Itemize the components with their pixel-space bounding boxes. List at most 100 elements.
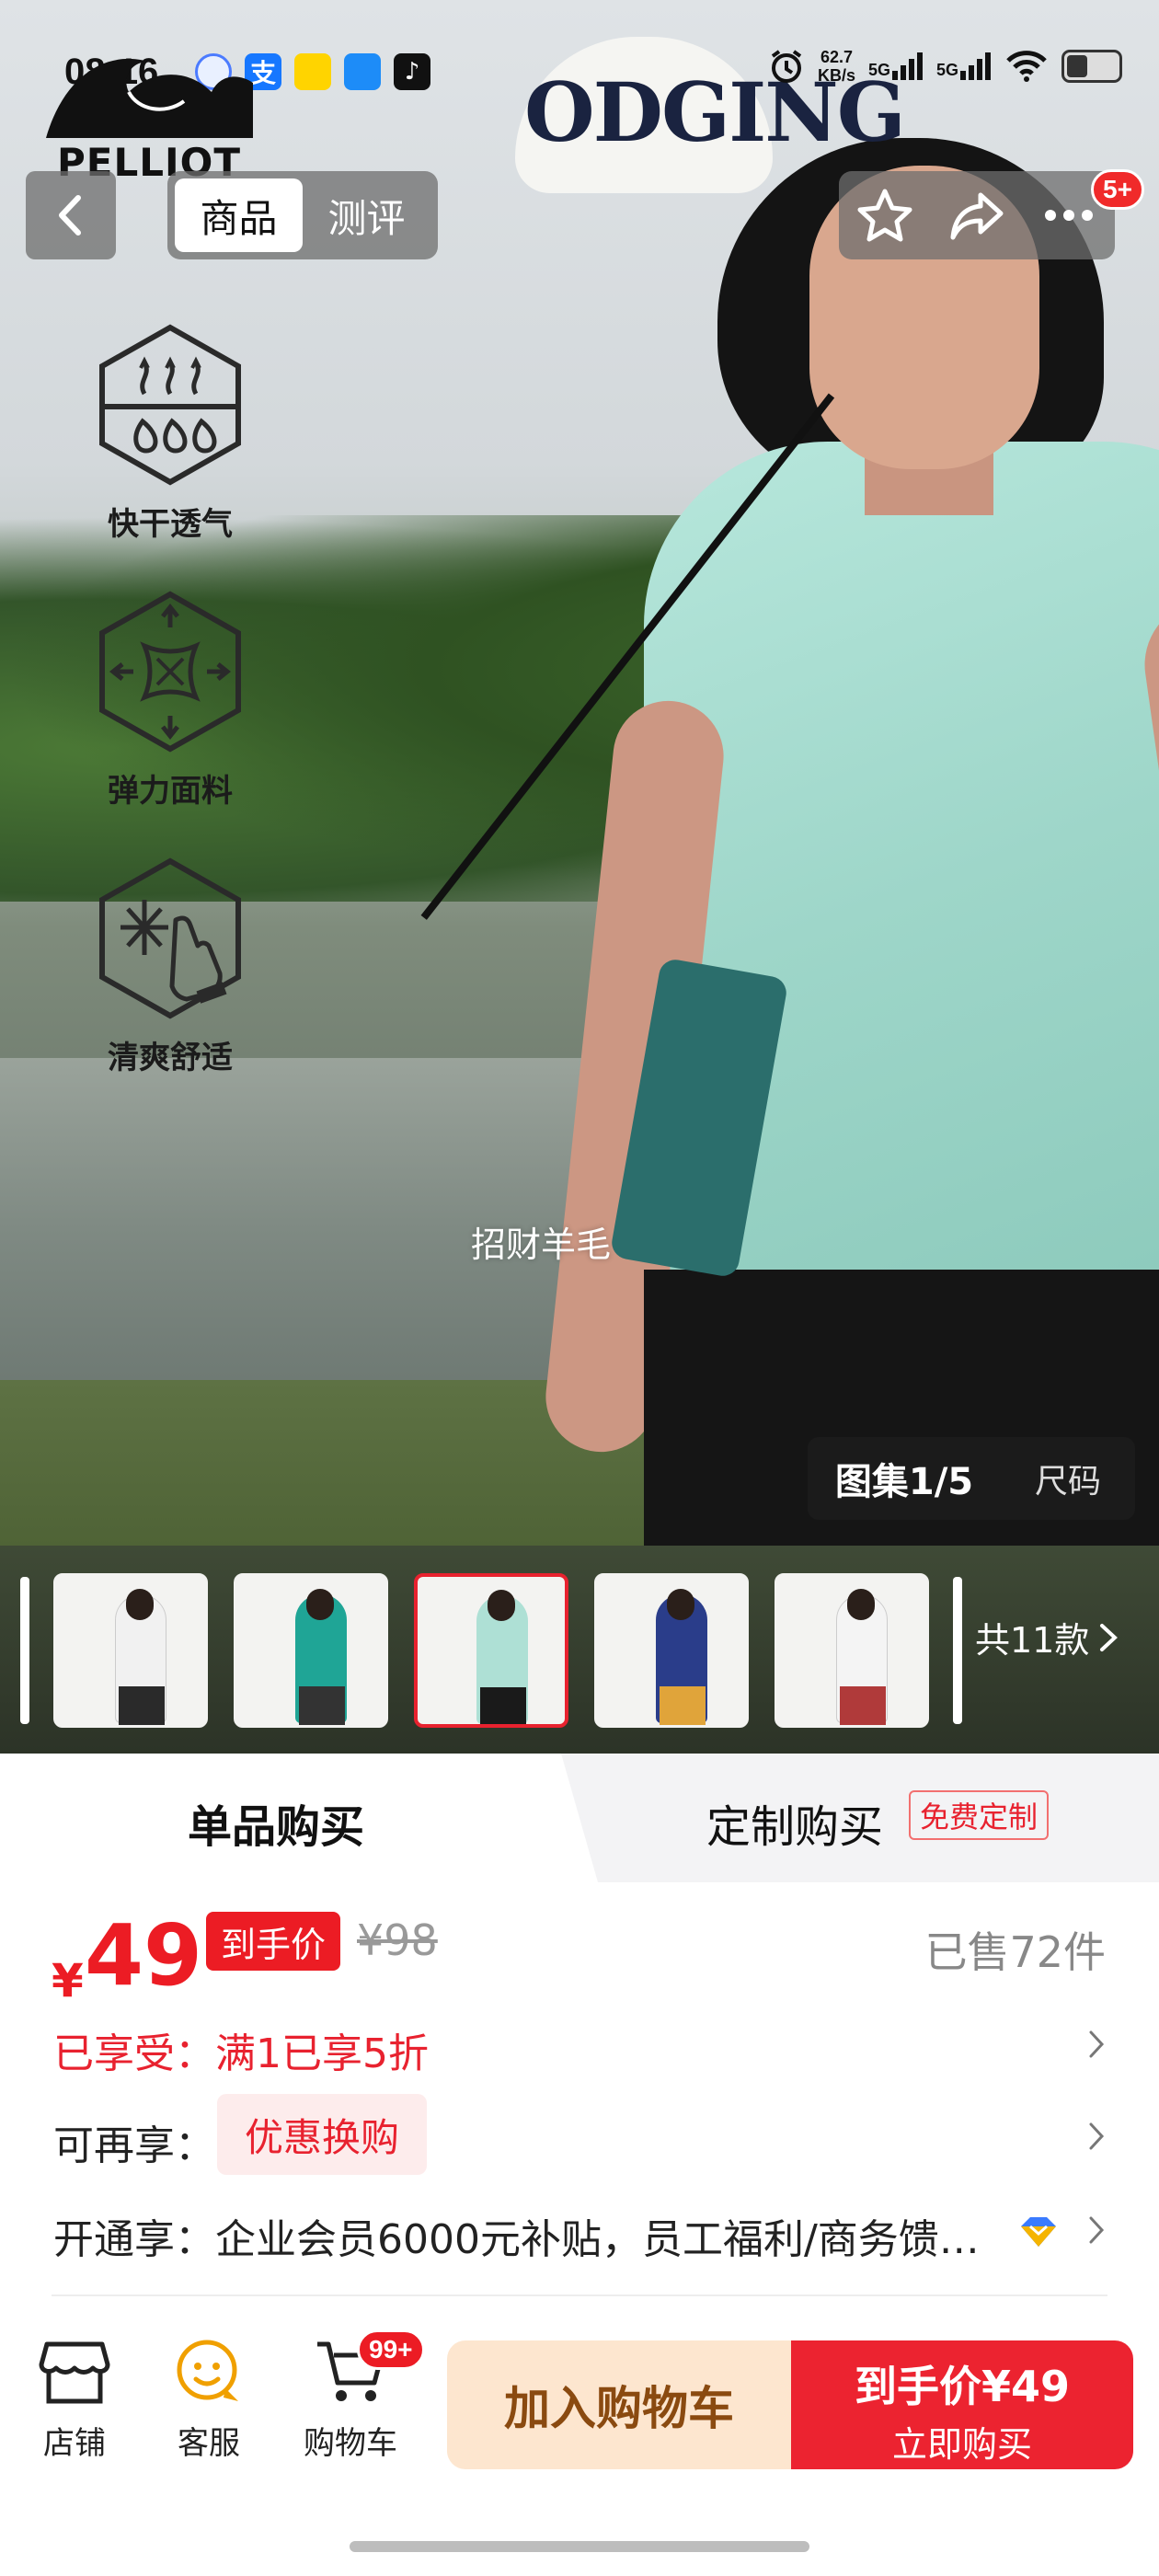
diamond-vip-icon [1021, 2217, 1056, 2247]
cart-button[interactable]: 购物车 99+ [291, 2329, 425, 2463]
enterprise-member-text: 开通享：企业会员6000元补贴，员工福利/商务馈… [53, 2216, 980, 2263]
variant-thumb[interactable] [234, 1573, 388, 1728]
signal-2: 5G [936, 52, 992, 80]
notification-badge: 5+ [1091, 169, 1144, 210]
feature-label: 快干透气 [108, 506, 233, 543]
network-speed-value: 62.7 [820, 48, 853, 66]
variant-legs [299, 1686, 345, 1725]
cart-count-badge: 99+ [357, 2329, 425, 2370]
variant-legs [660, 1686, 706, 1725]
product-hero-image[interactable]: ODGING 08:16 支 ♪ 62.7 KB/s 5G [0, 0, 1159, 1546]
network-speed-unit: KB/s [817, 66, 855, 85]
chevron-right-icon [1100, 1623, 1119, 1651]
bottom-action-bar: 店铺 客服 购物车 99+ 加入购物车 到手价¥49 立即购买 [0, 2300, 1159, 2502]
brand-wave-icon [46, 58, 253, 138]
battery-icon [1061, 50, 1122, 83]
sold-count: 已售72件 [924, 1927, 1106, 1977]
product-page: ODGING 08:16 支 ♪ 62.7 KB/s 5G [0, 0, 1159, 2576]
buy-now-label: 立即购买 [891, 2424, 1032, 2465]
chevron-left-icon [59, 195, 81, 236]
feature-quick-dry: 快干透气 [83, 322, 258, 544]
variant-thumb[interactable] [53, 1573, 208, 1728]
customer-service-button[interactable]: 客服 [149, 2337, 269, 2463]
discount-enjoyed-row[interactable]: 已享受：满1已享5折 [0, 1998, 1159, 2090]
variant-thumb[interactable] [594, 1573, 749, 1728]
price-value: 49 [85, 1906, 203, 2005]
variant-legs [480, 1687, 526, 1724]
variant-thumb-selected[interactable] [414, 1573, 568, 1728]
tab-reviews[interactable]: 测评 [303, 178, 430, 252]
variant-legs [119, 1686, 165, 1725]
variant-head [488, 1590, 515, 1621]
quick-dry-icon [99, 324, 241, 486]
chevron-right-icon [1078, 2018, 1115, 2070]
buy-now-price: 到手价¥49 [854, 2362, 1071, 2411]
variant-scroll-edge-left [20, 1577, 29, 1724]
status-right: 62.7 KB/s 5G 5G [768, 48, 1122, 85]
add-to-cart-button[interactable]: 加入购物车 [447, 2340, 791, 2469]
tiktok-icon: ♪ [394, 53, 430, 90]
xianyu-icon [294, 53, 331, 90]
exchange-offer-pill[interactable]: 优惠换购 [217, 2094, 428, 2175]
all-variants-link[interactable]: 共11款 [975, 1612, 1119, 1662]
variant-legs [840, 1686, 886, 1725]
alarm-icon [771, 50, 802, 83]
enterprise-member-row[interactable]: 开通享：企业会员6000元补贴，员工福利/商务馈… [0, 2184, 1159, 2276]
size-tab[interactable]: 尺码 [1001, 1455, 1135, 1502]
variant-head [847, 1589, 875, 1620]
favorite-button[interactable] [848, 178, 922, 252]
star-icon [857, 189, 912, 242]
signal-1-label: 5G [867, 61, 890, 79]
discount-enjoyed-text: 已享受：满1已享5折 [53, 2030, 429, 2077]
divider [52, 2294, 1107, 2296]
customer-service-icon [177, 2340, 238, 2401]
gallery-tab[interactable]: 图集1/5 [808, 1452, 1001, 1505]
buy-now-button[interactable]: 到手价¥49 立即购买 [791, 2340, 1133, 2469]
variant-scroll-edge-right [953, 1577, 962, 1724]
tab-product[interactable]: 商品 [175, 178, 303, 252]
price-row: ¥ 49 到手价 ¥98 已售72件 [0, 1882, 1159, 2011]
share-button[interactable] [940, 178, 1014, 252]
store-icon [39, 2341, 110, 2404]
chevron-right-icon [1078, 2204, 1115, 2256]
signal-bars-icon [891, 52, 923, 80]
purchase-mode-tabs: 单品购买 定制购买 免费定制 [0, 1754, 1159, 1882]
tab-single-purchase-label: 单品购买 [188, 1801, 365, 1853]
cool-comfort-icon [99, 857, 241, 1019]
store-button[interactable]: 店铺 [15, 2337, 134, 2463]
variant-selector: 共11款 [0, 1546, 1159, 1754]
messenger-icon [344, 53, 381, 90]
feature-label: 弹力面料 [108, 773, 233, 810]
store-label: 店铺 [43, 2425, 106, 2462]
variant-count-label: 共11款 [975, 1620, 1090, 1661]
header-actions [839, 171, 1115, 259]
variant-head [667, 1589, 694, 1620]
share-icon [950, 192, 1004, 240]
home-indicator[interactable] [350, 2541, 809, 2552]
customer-service-label: 客服 [178, 2425, 240, 2462]
variant-head [126, 1589, 154, 1620]
network-speed: 62.7 KB/s [818, 48, 855, 85]
wifi-icon [1006, 51, 1047, 82]
cart-label: 购物车 [304, 2425, 397, 2462]
tab-custom-purchase[interactable]: 定制购买 [706, 1790, 883, 1855]
page-tabs: 商品 测评 [167, 171, 438, 259]
stretch-fabric-icon [99, 591, 241, 753]
variant-thumb[interactable] [775, 1573, 929, 1728]
original-price: ¥98 [357, 1915, 438, 1965]
free-customize-badge: 免费定制 [909, 1790, 1050, 1840]
feature-stretch: 弹力面料 [83, 589, 258, 811]
signal-1: 5G [868, 52, 924, 80]
final-price-badge: 到手价 [206, 1912, 341, 1971]
feature-cool: 清爽舒适 [83, 856, 258, 1077]
signal-bars-icon [960, 52, 991, 80]
more-dots-icon [1045, 210, 1093, 221]
variant-head [306, 1589, 334, 1620]
brand-logo: PELLIOT [37, 37, 276, 185]
back-button[interactable] [26, 171, 116, 259]
image-watermark: 招财羊毛 [471, 1225, 612, 1265]
extra-offer-row[interactable]: 可再享： 优惠换购 [0, 2090, 1159, 2182]
extra-offer-label: 可再享： [53, 2122, 215, 2169]
chevron-right-icon [1078, 2110, 1115, 2162]
gallery-switch: 图集1/5 尺码 [808, 1437, 1135, 1520]
